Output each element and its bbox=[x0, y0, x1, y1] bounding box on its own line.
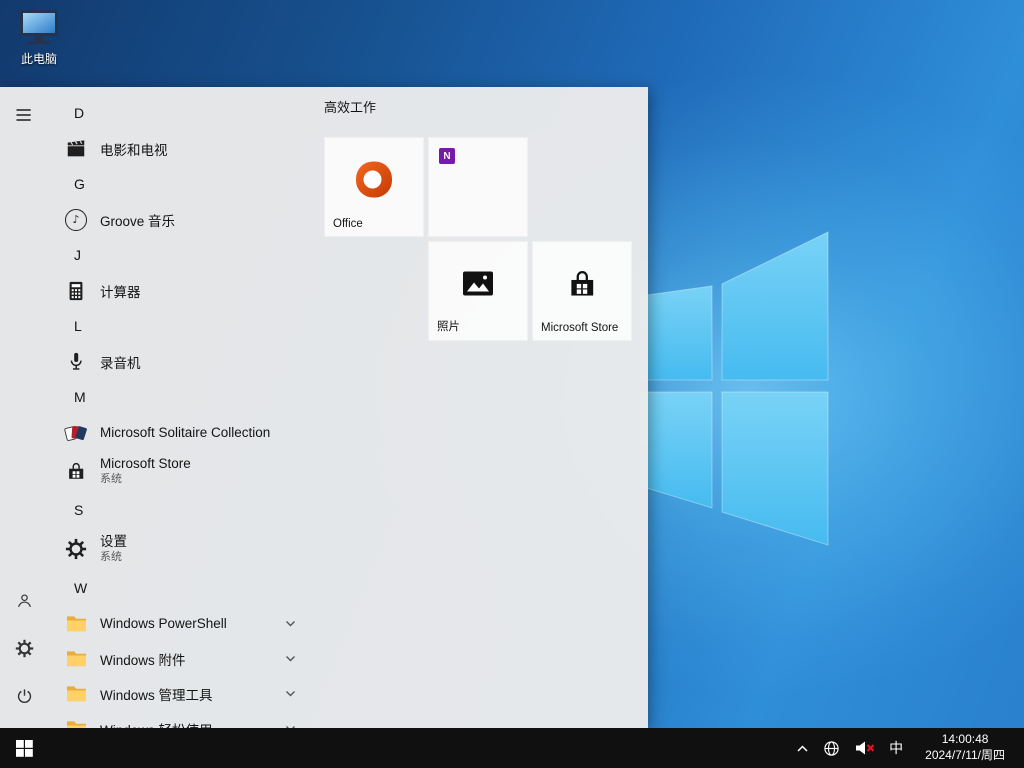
app-sublabel: 系统 bbox=[100, 473, 191, 487]
section-header-s[interactable]: S bbox=[48, 492, 310, 528]
rail-settings-button[interactable] bbox=[0, 624, 48, 672]
section-letter: L bbox=[74, 318, 82, 334]
tile-label: 照片 bbox=[437, 318, 460, 334]
app-item-calculator[interactable]: 计算器 bbox=[48, 273, 310, 308]
app-sublabel: 系统 bbox=[100, 551, 127, 565]
section-letter: W bbox=[74, 580, 87, 596]
section-header-w[interactable]: W bbox=[48, 570, 310, 606]
tile-microsoft-store[interactable]: Microsoft Store bbox=[532, 241, 632, 341]
tray-time: 14:00:48 bbox=[942, 732, 989, 746]
ime-label: 中 bbox=[889, 738, 903, 758]
app-label: 电影和电视 bbox=[100, 139, 168, 159]
this-pc-label: 此电脑 bbox=[21, 50, 57, 67]
app-label: 计算器 bbox=[100, 281, 141, 301]
section-letter: S bbox=[74, 502, 83, 518]
clock[interactable]: 14:00:48 2024/7/11/周四 bbox=[910, 728, 1020, 768]
tile-office[interactable]: Office bbox=[324, 137, 424, 237]
ime-indicator[interactable]: 中 bbox=[882, 728, 910, 768]
tray-date: 2024/7/11/周四 bbox=[925, 748, 1005, 762]
store-bag-icon bbox=[565, 267, 599, 306]
app-label: Microsoft Store bbox=[100, 456, 191, 473]
app-label: 设置 bbox=[100, 534, 127, 551]
photos-icon bbox=[461, 269, 495, 304]
movies-tv-icon bbox=[64, 137, 88, 161]
store-bag-icon bbox=[64, 459, 88, 483]
office-icon bbox=[353, 159, 395, 206]
app-label: Microsoft Solitaire Collection bbox=[100, 425, 270, 440]
app-item-settings[interactable]: 设置 系统 bbox=[48, 528, 310, 570]
section-header-d[interactable]: D bbox=[48, 95, 310, 131]
power-button[interactable] bbox=[0, 672, 48, 720]
groove-icon: ♪ bbox=[64, 208, 88, 232]
chevron-down-icon bbox=[285, 690, 296, 697]
user-account-button[interactable] bbox=[0, 576, 48, 624]
tile-onenote[interactable]: N bbox=[428, 137, 528, 237]
hamburger-icon bbox=[14, 105, 34, 125]
app-label: Groove 音乐 bbox=[100, 210, 175, 230]
app-label: 录音机 bbox=[100, 352, 141, 372]
section-header-l[interactable]: L bbox=[48, 308, 310, 344]
app-list: D 电影和电视 G ♪ Groove 音乐 J bbox=[48, 87, 310, 728]
windows-flag-icon bbox=[16, 740, 33, 757]
folder-item-windows-accessories[interactable]: Windows 附件 bbox=[48, 641, 310, 676]
section-letter: D bbox=[74, 105, 84, 121]
monitor-icon bbox=[17, 8, 61, 48]
network-globe-icon bbox=[823, 740, 840, 757]
folder-label: Windows 附件 bbox=[100, 649, 186, 669]
calculator-icon bbox=[64, 279, 88, 303]
section-header-j[interactable]: J bbox=[48, 237, 310, 273]
start-menu-rail bbox=[0, 87, 48, 728]
folder-icon bbox=[64, 647, 88, 671]
folder-label: Windows 轻松使用 bbox=[100, 719, 213, 729]
folder-icon bbox=[64, 717, 88, 729]
solitaire-icon bbox=[64, 421, 88, 445]
chevron-up-icon bbox=[796, 744, 809, 753]
user-icon bbox=[15, 591, 34, 610]
folder-icon bbox=[64, 612, 88, 636]
onenote-icon: N bbox=[439, 148, 455, 164]
expand-menu-button[interactable] bbox=[0, 91, 48, 139]
section-letter: M bbox=[74, 389, 86, 405]
section-letter: J bbox=[74, 247, 81, 263]
volume-button[interactable] bbox=[847, 728, 882, 768]
app-item-movies-tv[interactable]: 电影和电视 bbox=[48, 131, 310, 166]
folder-item-windows-ease-of-access[interactable]: Windows 轻松使用 bbox=[48, 711, 310, 728]
gear-icon bbox=[64, 537, 88, 561]
folder-label: Windows 管理工具 bbox=[100, 684, 213, 704]
tile-label: Microsoft Store bbox=[541, 322, 618, 334]
volume-muted-icon bbox=[854, 740, 875, 756]
section-letter: G bbox=[74, 176, 85, 192]
tray-expand-button[interactable] bbox=[789, 728, 816, 768]
tile-photos[interactable]: 照片 bbox=[428, 241, 528, 341]
tile-label: Office bbox=[333, 218, 363, 230]
app-item-voice-recorder[interactable]: 录音机 bbox=[48, 344, 310, 379]
start-menu: D 电影和电视 G ♪ Groove 音乐 J bbox=[0, 87, 648, 728]
gear-icon bbox=[15, 639, 34, 658]
microphone-icon bbox=[64, 350, 88, 374]
section-header-m[interactable]: M bbox=[48, 379, 310, 415]
section-header-g[interactable]: G bbox=[48, 166, 310, 202]
app-item-solitaire[interactable]: Microsoft Solitaire Collection bbox=[48, 415, 310, 450]
app-item-microsoft-store[interactable]: Microsoft Store 系统 bbox=[48, 450, 310, 492]
tiles-panel: 高效工作 Office N bbox=[324, 87, 648, 728]
tile-group-title-text: 高效工作 bbox=[324, 97, 376, 116]
folder-item-windows-powershell[interactable]: Windows PowerShell bbox=[48, 606, 310, 641]
power-icon bbox=[15, 687, 34, 706]
desktop-icon-this-pc[interactable]: 此电脑 bbox=[8, 8, 70, 67]
folder-icon bbox=[64, 682, 88, 706]
taskbar: 中 14:00:48 2024/7/11/周四 bbox=[0, 728, 1024, 768]
start-button[interactable] bbox=[0, 728, 48, 768]
app-item-groove-music[interactable]: ♪ Groove 音乐 bbox=[48, 202, 310, 237]
chevron-down-icon bbox=[285, 620, 296, 627]
system-tray: 中 14:00:48 2024/7/11/周四 bbox=[789, 728, 1024, 768]
chevron-down-icon bbox=[285, 655, 296, 662]
network-button[interactable] bbox=[816, 728, 847, 768]
folder-label: Windows PowerShell bbox=[100, 616, 227, 631]
folder-item-windows-admin-tools[interactable]: Windows 管理工具 bbox=[48, 676, 310, 711]
